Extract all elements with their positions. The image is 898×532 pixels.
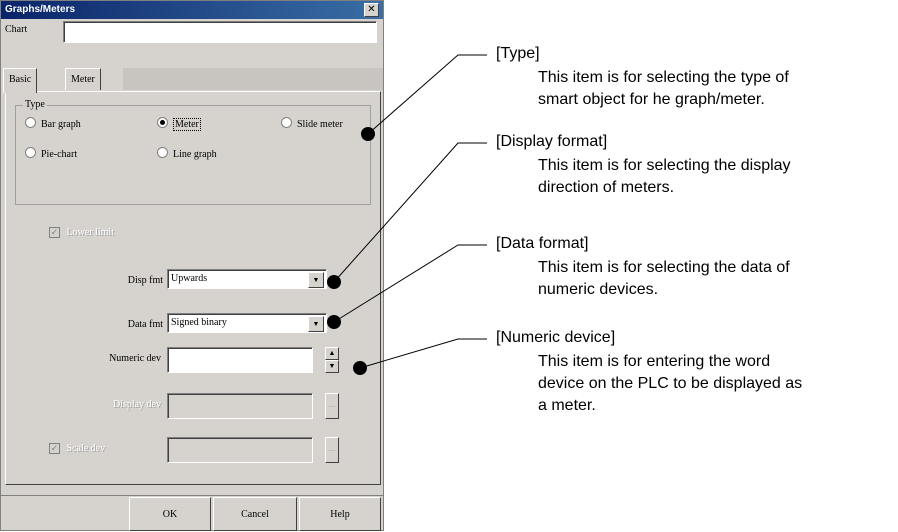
display-format-leader-line (333, 142, 487, 283)
type-callout-title: [Type] (496, 45, 540, 62)
numeric-device-callout-dot-icon (353, 361, 367, 375)
data-format-callout-body: This item is for selecting the data of nu… (538, 259, 790, 298)
numeric-device-leader-line (359, 338, 487, 369)
display-format-callout-title: [Display format] (496, 133, 608, 150)
type-leader-line (367, 54, 487, 135)
display-format-callout-body: This item is for selecting the display di… (538, 157, 791, 196)
display-format-callout-dot-icon (327, 275, 341, 289)
type-callout-dot-icon (361, 127, 375, 141)
tab-basic[interactable]: Basic (3, 68, 38, 93)
numeric-device-callout-title: [Numeric device] (496, 329, 616, 346)
data-format-callout-dot-icon (327, 315, 341, 329)
type-callout-body: This item is for selecting the type of sm… (538, 69, 789, 108)
data-format-callout-title: [Data format] (496, 235, 589, 252)
numeric-device-callout-body: This item is for entering the word device… (538, 353, 803, 414)
